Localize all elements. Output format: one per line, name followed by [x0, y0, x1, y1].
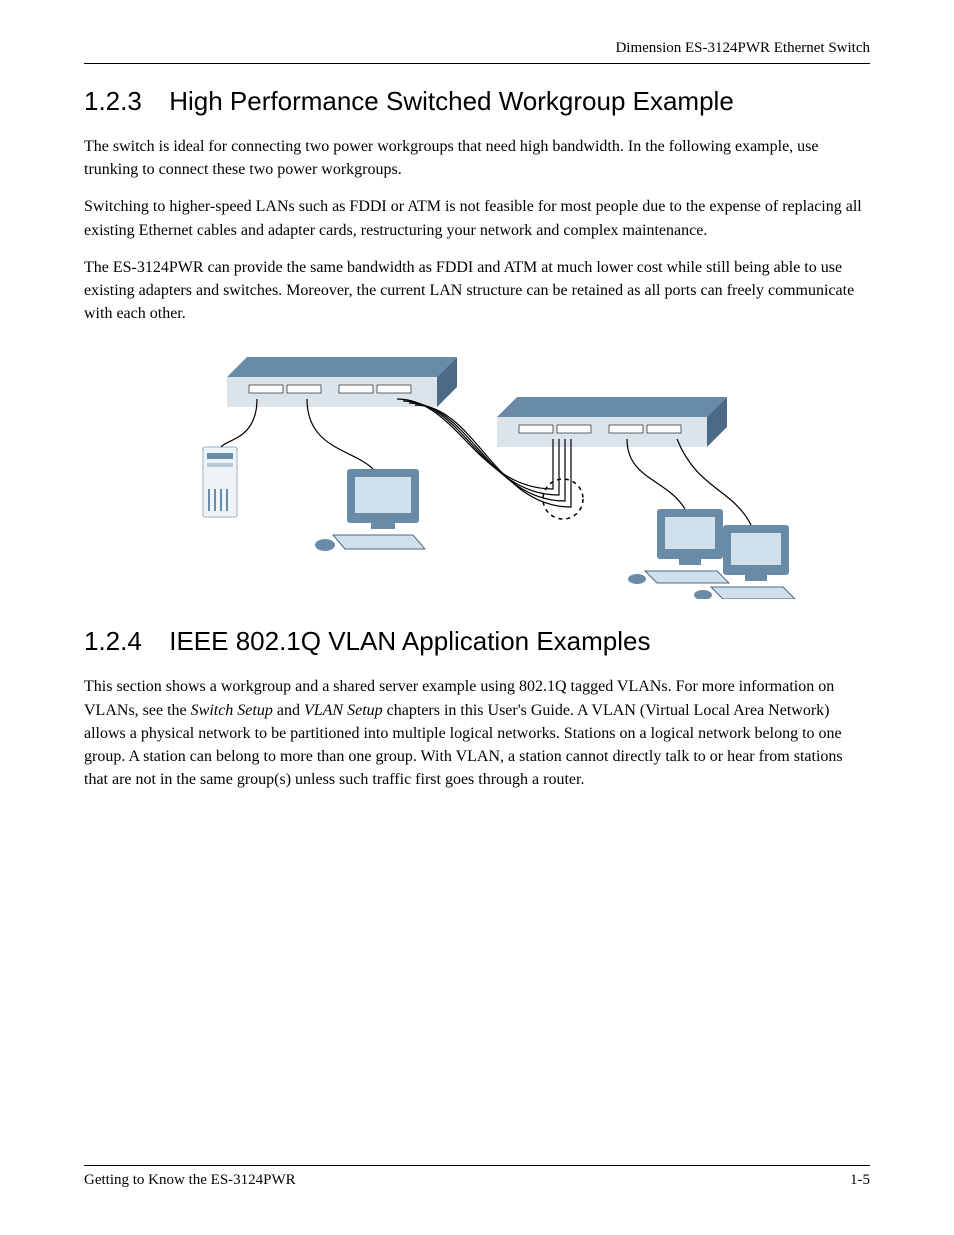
workstation-icon	[628, 509, 729, 584]
figure-network-diagram	[157, 339, 797, 604]
section-heading-1-2-3: 1.2.3 High Performance Switched Workgrou…	[84, 86, 870, 117]
document-page: Dimension ES-3124PWR Ethernet Switch 1.2…	[0, 0, 954, 1235]
paragraph: Switching to higher-speed LANs such as F…	[84, 195, 870, 241]
emphasis: Switch Setup	[191, 702, 273, 719]
section-title: IEEE 802.1Q VLAN Application Examples	[169, 626, 650, 656]
section-title: High Performance Switched Workgroup Exam…	[169, 86, 734, 116]
emphasis: VLAN Setup	[304, 702, 383, 719]
diagram-svg	[157, 339, 797, 599]
paragraph: The ES-3124PWR can provide the same band…	[84, 256, 870, 326]
section-number: 1.2.4	[84, 626, 162, 657]
footer-left: Getting to Know the ES-3124PWR	[84, 1172, 296, 1189]
paragraph: The switch is ideal for connecting two p…	[84, 135, 870, 181]
section-heading-1-2-4: 1.2.4 IEEE 802.1Q VLAN Application Examp…	[84, 626, 870, 657]
workstation-icon	[315, 469, 425, 551]
paragraph: This section shows a workgroup and a sha…	[84, 675, 870, 791]
footer-page-number: 1-5	[850, 1172, 870, 1189]
section-number: 1.2.3	[84, 86, 162, 117]
switch-icon	[227, 357, 457, 407]
switch-icon	[497, 397, 727, 447]
running-header: Dimension ES-3124PWR Ethernet Switch	[84, 40, 870, 64]
text-run: and	[277, 702, 304, 719]
page-footer: Getting to Know the ES-3124PWR 1-5	[84, 1165, 870, 1189]
computer-tower-icon	[203, 447, 237, 517]
